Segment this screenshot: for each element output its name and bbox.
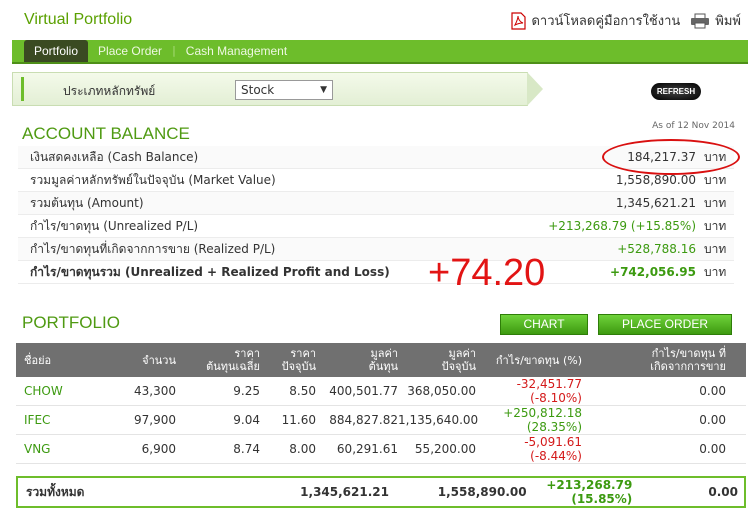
- annotation-text: +74.20: [428, 252, 546, 294]
- total-pl-percent: (15.85%): [571, 492, 633, 506]
- balance-value: +213,268.79 (+15.85%): [548, 219, 696, 233]
- balance-label: เงินสดคงเหลือ (Cash Balance): [30, 149, 199, 164]
- balance-row-total-pl: กำไร/ขาดทุนรวม (Unrealized + Realized Pr…: [18, 261, 734, 284]
- balance-row-amount: รวมต้นทุน (Amount) 1,345,621.21 บาท: [18, 192, 734, 215]
- row-symbol-link[interactable]: VNG: [16, 442, 86, 456]
- security-type-select[interactable]: Stock ▼: [235, 80, 333, 100]
- row-qty: 97,900: [134, 413, 176, 427]
- table-row: VNG 6,900 8.74 8.00 60,291.61 55,200.00 …: [16, 435, 746, 464]
- balance-value: 1,345,621.21: [615, 196, 696, 210]
- as-of-date: As of 12 Nov 2014: [652, 121, 735, 131]
- total-pl: +213,268.79 (15.85%): [527, 478, 633, 506]
- row-price: 8.50: [289, 384, 316, 398]
- row-pl-amount: -32,451.77: [516, 377, 582, 391]
- pdf-icon: [511, 11, 527, 30]
- header-market-value: มูลค่า ปัจจุบัน: [441, 347, 476, 373]
- balance-row-realized: กำไร/ขาดทุนที่เกิดจากการขาย (Realized P/…: [18, 238, 734, 261]
- account-balance-title: ACCOUNT BALANCE: [22, 124, 190, 143]
- row-cost-value: 60,291.61: [336, 442, 398, 456]
- page-title: Virtual Portfolio: [24, 11, 133, 28]
- filter-edge-accent: [21, 77, 24, 101]
- row-cost-value: 400,501.77: [329, 384, 398, 398]
- header-pl: กำไร/ขาดทุน (%): [495, 353, 582, 367]
- row-cost-value: 884,827.82: [329, 413, 398, 427]
- row-market-value: 55,200.00: [414, 442, 476, 456]
- row-symbol-link[interactable]: CHOW: [16, 384, 86, 398]
- total-realized: 0.00: [708, 485, 738, 499]
- tab-place-order[interactable]: Place Order: [88, 40, 172, 62]
- print-label: พิมพ์: [715, 14, 741, 29]
- portfolio-table-header: ชื่อย่อ จำนวน ราคา ต้นทุนเฉลี่ย ราคา ปัจ…: [16, 343, 746, 377]
- balance-row-market-value: รวมมูลค่าหลักทรัพย์ในปัจจุบัน (Market Va…: [18, 169, 734, 192]
- total-label: รวมทั้งหมด: [26, 484, 85, 499]
- balance-unit: บาท: [704, 195, 727, 210]
- row-price: 11.60: [281, 413, 316, 427]
- row-realized: 0.00: [699, 413, 726, 427]
- security-type-value: Stock: [241, 83, 275, 97]
- portfolio-total-row: รวมทั้งหมด 1,345,621.21 1,558,890.00 +21…: [16, 476, 746, 508]
- balance-unit: บาท: [704, 172, 727, 187]
- chart-button[interactable]: CHART: [500, 314, 588, 335]
- row-pl: -32,451.77 (-8.10%): [476, 377, 582, 405]
- row-pl-amount: +250,812.18: [503, 406, 582, 420]
- row-pl-amount: -5,091.61: [524, 435, 582, 449]
- row-qty: 6,900: [141, 442, 176, 456]
- row-pl-percent: (-8.10%): [530, 391, 582, 405]
- row-avg-cost: 9.04: [233, 413, 260, 427]
- portfolio-table: ชื่อย่อ จำนวน ราคา ต้นทุนเฉลี่ย ราคา ปัจ…: [16, 343, 746, 464]
- header-price: ราคา ปัจจุบัน: [281, 347, 316, 373]
- balance-label: รวมมูลค่าหลักทรัพย์ในปัจจุบัน (Market Va…: [30, 172, 276, 187]
- dropdown-arrow-icon: ▼: [320, 85, 327, 95]
- header-links: ดาวน์โหลดคู่มือการใช้งาน พิมพ์: [510, 10, 741, 31]
- row-price: 8.00: [289, 442, 316, 456]
- refresh-button[interactable]: REFRESH: [651, 83, 701, 100]
- row-pl-percent: (-8.44%): [530, 449, 582, 463]
- security-type-label: ประเภทหลักทรัพย์: [63, 84, 156, 98]
- row-realized: 0.00: [699, 442, 726, 456]
- balance-unit: บาท: [704, 241, 727, 256]
- portfolio-title: PORTFOLIO: [22, 313, 120, 332]
- row-market-value: 368,050.00: [407, 384, 476, 398]
- place-order-button[interactable]: PLACE ORDER: [598, 314, 732, 335]
- print-link[interactable]: พิมพ์: [690, 10, 741, 31]
- header-avg-cost: ราคา ต้นทุนเฉลี่ย: [206, 347, 260, 373]
- row-realized: 0.00: [699, 384, 726, 398]
- row-avg-cost: 8.74: [233, 442, 260, 456]
- row-pl-percent: (28.35%): [526, 420, 582, 434]
- table-row: CHOW 43,300 9.25 8.50 400,501.77 368,050…: [16, 377, 746, 406]
- security-type-filter: ประเภทหลักทรัพย์ Stock ▼: [12, 72, 543, 106]
- total-cost-value: 1,345,621.21: [300, 485, 389, 499]
- row-qty: 43,300: [134, 384, 176, 398]
- printer-icon: [691, 13, 710, 28]
- balance-unit: บาท: [704, 264, 727, 279]
- balance-label: กำไร/ขาดทุนที่เกิดจากการขาย (Realized P/…: [30, 241, 276, 256]
- annotation-ellipse: [602, 139, 740, 175]
- total-pl-amount: +213,268.79: [546, 478, 633, 492]
- header-symbol: ชื่อย่อ: [24, 353, 52, 367]
- row-pl: +250,812.18 (28.35%): [476, 406, 582, 434]
- header-qty: จำนวน: [142, 353, 176, 367]
- download-manual-link[interactable]: ดาวน์โหลดคู่มือการใช้งาน: [510, 10, 680, 31]
- tab-cash-management[interactable]: Cash Management: [176, 40, 297, 62]
- balance-row-unrealized: กำไร/ขาดทุน (Unrealized P/L) +213,268.79…: [18, 215, 734, 238]
- main-nav: Portfolio Place Order | Cash Management: [12, 40, 748, 64]
- balance-unit: บาท: [704, 218, 727, 233]
- filter-arrow-tip: [527, 72, 543, 106]
- balance-value: 1,558,890.00: [615, 173, 696, 187]
- row-market-value: 1,135,640.00: [398, 413, 479, 427]
- balance-label: กำไร/ขาดทุนรวม (Unrealized + Realized Pr…: [30, 264, 390, 279]
- balance-label: กำไร/ขาดทุน (Unrealized P/L): [30, 218, 199, 233]
- tab-portfolio[interactable]: Portfolio: [24, 40, 89, 62]
- row-symbol-link[interactable]: IFEC: [16, 413, 86, 427]
- header-cost-value: มูลค่า ต้นทุน: [368, 347, 398, 373]
- header-realized: กำไร/ขาดทุน ที่ เกิดจากการขาย: [650, 347, 726, 373]
- balance-label: รวมต้นทุน (Amount): [30, 195, 144, 210]
- row-pl: -5,091.61 (-8.44%): [476, 435, 582, 463]
- total-market-value: 1,558,890.00: [437, 485, 527, 499]
- table-row: IFEC 97,900 9.04 11.60 884,827.82 1,135,…: [16, 406, 746, 435]
- download-manual-label: ดาวน์โหลดคู่มือการใช้งาน: [531, 14, 681, 29]
- row-avg-cost: 9.25: [233, 384, 260, 398]
